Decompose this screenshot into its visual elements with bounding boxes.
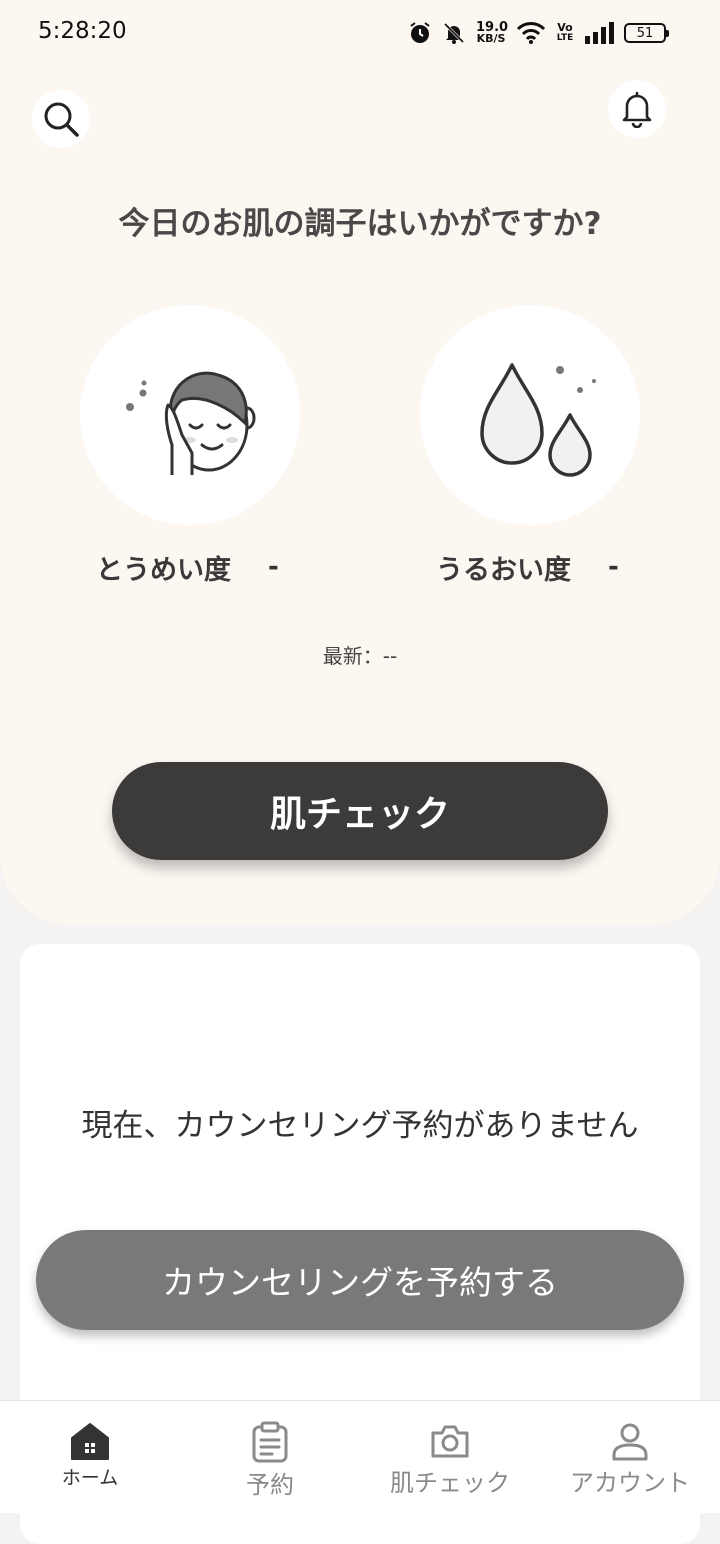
- transparency-metric: [80, 305, 300, 525]
- nav-label-skin-check: 肌チェック: [390, 1469, 510, 1497]
- latest-timestamp: 最新：--: [322, 644, 398, 668]
- status-bar: 5:28:20 19.0 KB/S Vo LTE 51: [0, 0, 720, 66]
- face-icon: [126, 371, 256, 475]
- nav-item-account[interactable]: アカウント: [540, 1401, 720, 1513]
- search-button[interactable]: [32, 90, 90, 148]
- signal-icon: [585, 22, 614, 44]
- clipboard-icon: [252, 1421, 288, 1463]
- search-icon: [44, 102, 79, 137]
- volte-bottom: LTE: [556, 33, 574, 43]
- camera-icon: [431, 1425, 469, 1458]
- water-drops-icon: [480, 363, 596, 477]
- nav-label-account: アカウント: [570, 1469, 690, 1497]
- wifi-icon: [516, 22, 546, 44]
- transparency-label: とうめい度: [96, 555, 231, 586]
- nav-label-reservation: 予約: [246, 1471, 294, 1499]
- volte-indicator: Vo LTE: [556, 22, 574, 44]
- bell-icon: [622, 91, 652, 128]
- bottom-nav: ホーム 予約 肌チェック アカウント: [0, 1400, 720, 1513]
- battery-indicator: 51: [624, 23, 669, 43]
- mute-bell-icon: [443, 22, 465, 44]
- skin-check-button[interactable]: 肌チェック: [112, 762, 608, 860]
- network-speed-unit: KB/S: [476, 32, 506, 45]
- network-speed: 19.0 KB/S: [476, 21, 508, 45]
- moisture-label: うるおい度: [436, 555, 571, 586]
- moisture-metric: [420, 305, 640, 525]
- notification-button[interactable]: [608, 80, 666, 138]
- nav-item-home[interactable]: ホーム: [0, 1401, 180, 1513]
- status-time: 5:28:20: [38, 18, 127, 44]
- alarm-icon: [410, 22, 430, 43]
- transparency-value: -: [268, 552, 279, 582]
- volte-top: Vo: [557, 21, 573, 34]
- greeting-heading: 今日のお肌の調子はいかがですか?: [118, 206, 602, 242]
- status-icons: 19.0 KB/S Vo LTE 51: [408, 18, 669, 48]
- moisture-value: -: [608, 552, 619, 582]
- book-counseling-button[interactable]: カウンセリングを予約する: [36, 1230, 684, 1330]
- home-icon: [71, 1423, 109, 1460]
- nav-item-reservation[interactable]: 予約: [180, 1401, 360, 1513]
- nav-label-home: ホーム: [61, 1467, 119, 1489]
- nav-item-skin-check[interactable]: 肌チェック: [360, 1401, 540, 1513]
- no-reservation-message: 現在、カウンセリング予約がありません: [81, 1108, 639, 1144]
- user-icon: [612, 1423, 648, 1461]
